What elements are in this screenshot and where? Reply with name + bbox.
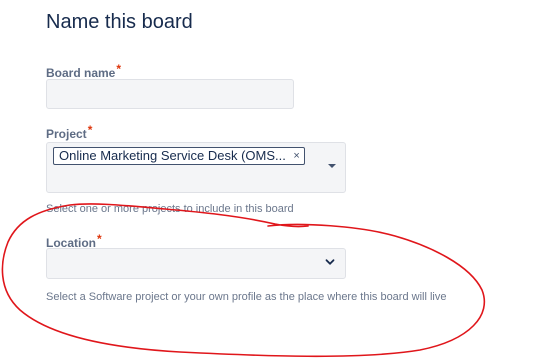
location-helper-text: Select a Software project or your own pr…	[46, 291, 447, 303]
required-marker: *	[97, 232, 102, 246]
close-icon[interactable]: ×	[293, 148, 299, 164]
project-label-text: Project	[46, 127, 87, 141]
project-label: Project*	[46, 123, 92, 141]
required-marker: *	[87, 123, 93, 137]
caret-down-icon[interactable]	[328, 164, 336, 168]
project-helper-text: Select one or more projects to include i…	[46, 203, 294, 215]
project-chip-label: Online Marketing Service Desk (OMS...	[59, 148, 286, 163]
project-chip[interactable]: Online Marketing Service Desk (OMS... ×	[53, 147, 305, 165]
page-title: Name this board	[46, 11, 193, 33]
name-board-form: Name this board Board name* Project* Onl…	[0, 0, 535, 358]
board-name-input[interactable]	[46, 79, 294, 109]
board-name-label: Board name*	[46, 62, 121, 80]
project-multiselect[interactable]: Online Marketing Service Desk (OMS... ×	[46, 142, 346, 193]
board-name-label-text: Board name	[46, 66, 116, 80]
chevron-down-icon[interactable]	[324, 256, 336, 268]
location-select[interactable]	[46, 248, 346, 279]
required-marker: *	[116, 62, 122, 76]
